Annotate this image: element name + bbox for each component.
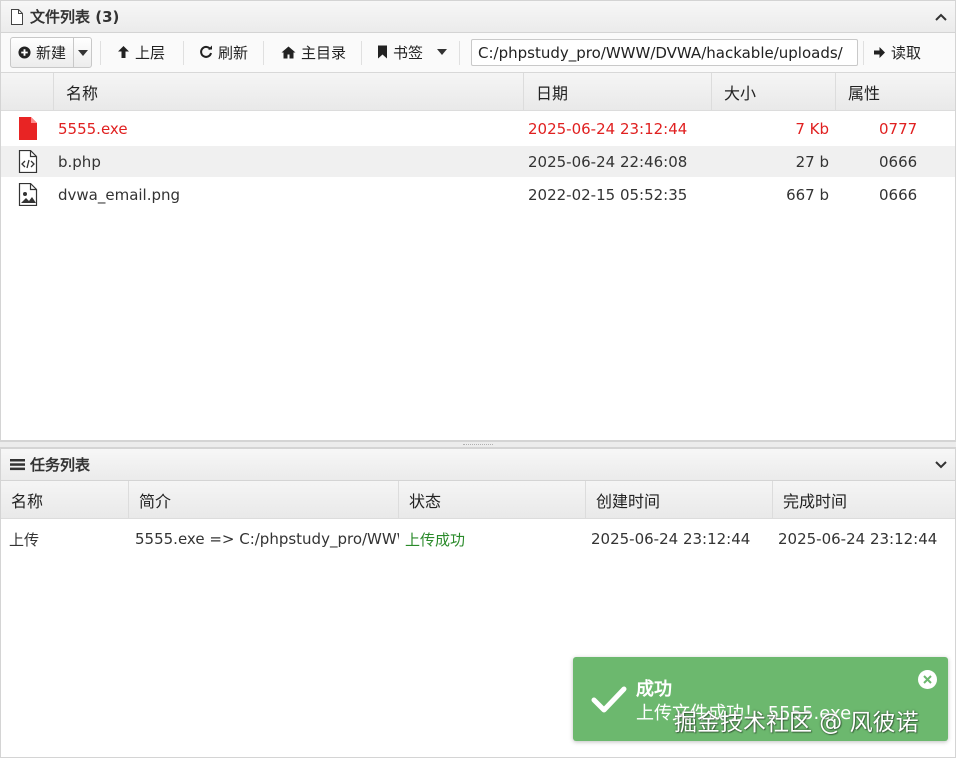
watermark-text: 掘金技术社区 @ 风彼诺 — [674, 710, 919, 736]
home-label: 主目录 — [301, 43, 347, 62]
document-icon — [9, 8, 25, 25]
file-toolbar: 新建 上层 刷新 主目录 书签 C:/phpstudy_pro/WWW/DVWA… — [1, 33, 955, 73]
toolbar-divider — [459, 41, 460, 65]
up-level-label: 上层 — [135, 43, 166, 62]
task-status-column-header[interactable]: 状态 — [398, 481, 585, 519]
task-list-header: 任务列表 — [1, 449, 955, 481]
bookmark-label: 书签 — [393, 43, 424, 62]
caret-down-icon — [78, 49, 88, 56]
attr-column-header[interactable]: 属性 — [835, 73, 955, 111]
task-status: 上传成功 — [405, 530, 466, 549]
task-desc: 5555.exe => C:/phpstudy_pro/WWW/DVWA/hac… — [135, 530, 399, 548]
bookmark-icon — [378, 45, 387, 59]
toolbar-divider — [863, 41, 864, 65]
new-button[interactable]: 新建 — [11, 38, 73, 67]
splitter-grip — [463, 444, 493, 445]
file-row-dvwa-email-png[interactable]: dvwa_email.png 2022-02-15 05:52:35 667 b… — [1, 179, 955, 210]
list-icon — [9, 457, 25, 473]
file-attr: 0777 — [879, 119, 918, 138]
up-level-button[interactable]: 上层 — [113, 37, 169, 67]
read-label: 读取 — [891, 43, 922, 62]
size-column-header[interactable]: 大小 — [711, 73, 835, 111]
task-finished-column-header[interactable]: 完成时间 — [772, 481, 955, 519]
task-desc-column-header[interactable]: 简介 — [128, 481, 398, 519]
code-file-icon — [18, 150, 38, 173]
file-list-header: 文件列表 (3) — [1, 1, 955, 33]
file-name: 5555.exe — [58, 119, 128, 138]
toolbar-divider — [183, 41, 184, 65]
task-finished: 2025-06-24 23:12:44 — [778, 530, 938, 548]
task-created-column-header[interactable]: 创建时间 — [585, 481, 772, 519]
toast-title: 成功 — [636, 679, 672, 700]
plus-circle-icon — [18, 46, 31, 59]
refresh-icon — [200, 45, 212, 58]
task-created: 2025-06-24 23:12:44 — [591, 530, 751, 548]
refresh-label: 刷新 — [218, 43, 249, 62]
home-button[interactable]: 主目录 — [277, 37, 350, 67]
new-dropdown-toggle[interactable] — [73, 38, 92, 67]
file-icon — [19, 117, 37, 140]
file-list-title: 文件列表 (3) — [30, 8, 120, 26]
checkmark-icon — [591, 686, 627, 713]
file-size: 27 b — [795, 152, 829, 171]
close-icon[interactable] — [918, 670, 937, 689]
chevron-down-icon[interactable] — [933, 457, 949, 473]
file-name: b.php — [58, 152, 101, 171]
file-attr: 0666 — [879, 185, 918, 204]
name-column-header[interactable]: 名称 — [53, 73, 523, 111]
file-grid-header: 名称 日期 大小 属性 — [1, 73, 955, 111]
file-name: dvwa_email.png — [58, 185, 181, 204]
file-row-b-php[interactable]: b.php 2025-06-24 22:46:08 27 b 0666 — [1, 146, 955, 177]
toolbar-divider — [263, 41, 264, 65]
file-row-5555-exe[interactable]: 5555.exe 2025-06-24 23:12:44 7 Kb 0777 — [1, 113, 955, 144]
caret-down-icon — [437, 49, 448, 55]
task-grid-header: 名称 简介 状态 创建时间 完成时间 — [1, 481, 955, 519]
chevron-up-icon[interactable] — [933, 9, 949, 25]
file-attr: 0666 — [879, 152, 918, 171]
file-icon-column-header — [1, 73, 53, 111]
arrow-up-icon — [118, 46, 129, 58]
file-date: 2025-06-24 23:12:44 — [528, 119, 688, 138]
toolbar-divider — [100, 41, 101, 65]
read-button[interactable]: 读取 — [869, 37, 925, 67]
refresh-button[interactable]: 刷新 — [195, 37, 252, 67]
task-list-title: 任务列表 — [30, 456, 91, 474]
home-icon — [281, 46, 296, 58]
bookmark-button[interactable]: 书签 — [373, 37, 451, 67]
file-list-panel: 文件列表 (3) 新建 上层 刷新 主目录 书签 C:/phpstudy_pro… — [0, 0, 956, 441]
panel-splitter[interactable] — [0, 441, 956, 448]
task-name: 上传 — [9, 530, 40, 549]
file-grid-body: 5555.exe 2025-06-24 23:12:44 7 Kb 0777 b… — [1, 111, 955, 431]
task-row[interactable]: 上传 5555.exe => C:/phpstudy_pro/WWW/DVWA/… — [1, 523, 955, 555]
date-column-header[interactable]: 日期 — [523, 73, 711, 111]
path-input[interactable] — [471, 39, 858, 66]
file-size: 667 b — [786, 185, 829, 204]
image-file-icon — [18, 183, 38, 206]
file-size: 7 Kb — [795, 119, 829, 138]
task-name-column-header[interactable]: 名称 — [1, 481, 128, 519]
arrow-right-icon — [874, 46, 885, 58]
new-button-label: 新建 — [36, 44, 67, 62]
file-date: 2022-02-15 05:52:35 — [528, 185, 688, 204]
toolbar-divider — [361, 41, 362, 65]
file-date: 2025-06-24 22:46:08 — [528, 152, 688, 171]
new-button-group: 新建 — [10, 37, 92, 68]
